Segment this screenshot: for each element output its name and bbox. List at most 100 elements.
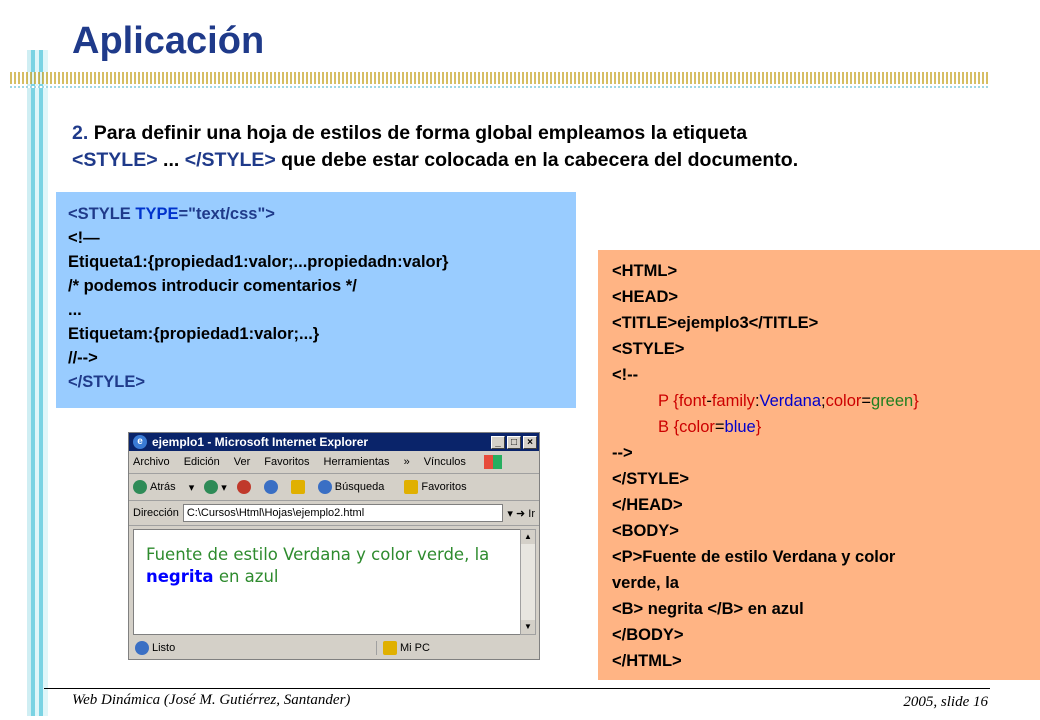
footer-rule (44, 688, 990, 689)
menu-edicion[interactable]: Edición (184, 456, 220, 468)
refresh-icon (263, 480, 278, 494)
go-label: Ir (528, 507, 535, 520)
browser-title: ejemplo1 - Microsoft Internet Explorer (152, 435, 369, 449)
browser-menubar: Archivo Edición Ver Favoritos Herramient… (129, 451, 539, 474)
ie-logo-icon: e (133, 435, 147, 449)
address-label: Dirección (133, 507, 179, 519)
intro-dots: ... (157, 149, 185, 171)
title-rule-decoration-2 (10, 86, 990, 88)
code-line: </HTML> (612, 652, 682, 670)
code-token: family (711, 392, 755, 410)
code-line: <P>Fuente de estilo Verdana y color (612, 548, 896, 566)
browser-window-screenshot: e ejemplo1 - Microsoft Internet Explorer… (128, 432, 540, 660)
code-token: = (861, 392, 872, 410)
forward-button[interactable]: ▾ (204, 480, 227, 494)
code-token: ejemplo3 (677, 314, 749, 332)
windows-logo-icon (483, 455, 502, 469)
browser-content-area: Fuente de estilo Verdana y color verde, … (133, 529, 521, 635)
code-token: <STYLE (68, 205, 136, 223)
stop-icon (236, 480, 251, 494)
title-rule-decoration (10, 72, 990, 84)
code-token: negrita (643, 600, 708, 618)
minimize-icon[interactable]: _ (491, 435, 505, 449)
intro-number: 2. (72, 122, 89, 144)
code-line: P {font-family:Verdana;color=green} (612, 388, 1026, 414)
status-zone: Mi PC (400, 642, 430, 654)
browser-titlebar: e ejemplo1 - Microsoft Internet Explorer… (129, 433, 539, 451)
code-line: verde, la (612, 574, 679, 592)
close-icon[interactable]: × (523, 435, 537, 449)
address-bar: Dirección C:\Cursos\Html\Hojas\ejemplo2.… (129, 501, 539, 526)
search-label: Búsqueda (334, 481, 385, 493)
example-html-code-box: <HTML> <HEAD> <TITLE>ejemplo3</TITLE> <S… (598, 250, 1040, 680)
code-line: <!— (68, 229, 100, 247)
content-bold-text: negrita (146, 567, 214, 586)
home-button[interactable] (290, 480, 308, 494)
code-line: /* podemos introducir comentarios */ (68, 277, 357, 295)
status-text: Listo (152, 642, 176, 654)
code-token: <B> (612, 600, 644, 618)
code-token: = (714, 418, 725, 436)
code-token: "> (257, 205, 275, 223)
code-line: Etiquetam:{propiedad1:valor;...} (68, 325, 320, 343)
favorites-button[interactable]: Favoritos (404, 480, 476, 494)
maximize-icon[interactable]: □ (507, 435, 521, 449)
code-line: ... (68, 301, 82, 319)
search-button[interactable]: Búsqueda (317, 480, 395, 494)
code-token: green (871, 392, 914, 410)
footer-slide-number: 2005, slide 16 (903, 694, 988, 710)
scroll-down-icon[interactable]: ▼ (521, 620, 535, 634)
address-value: C:\Cursos\Html\Hojas\ejemplo2.html (186, 507, 365, 519)
intro-text-1: Para definir una hoja de estilos de form… (93, 122, 748, 144)
code-line: <TITLE>ejemplo3</TITLE> (612, 310, 1026, 336)
favorites-label: Favoritos (421, 481, 467, 493)
code-token: B { (658, 418, 680, 436)
address-input[interactable]: C:\Cursos\Html\Hojas\ejemplo2.html (182, 504, 504, 522)
code-line: //--> (68, 349, 98, 367)
code-line: <STYLE> (612, 340, 685, 358)
scroll-up-icon[interactable]: ▲ (521, 530, 535, 544)
code-token: </TITLE> (748, 314, 819, 332)
menu-archivo[interactable]: Archivo (133, 456, 170, 468)
code-line: </STYLE> (612, 470, 690, 488)
menu-herramientas[interactable]: Herramientas (324, 456, 390, 468)
go-button[interactable]: ➜ Ir (516, 507, 535, 520)
code-token: } (913, 392, 919, 410)
intro-text-2: que debe estar colocada en la cabecera d… (275, 149, 799, 171)
code-token: text/css (195, 205, 258, 223)
content-text: en azul (213, 567, 279, 586)
menu-vinculos[interactable]: Vínculos (424, 456, 466, 468)
global-style-code-box: <STYLE TYPE="text/css"> <!— Etiqueta1:{p… (56, 192, 576, 408)
code-token: en azul (743, 600, 804, 618)
back-arrow-icon (133, 480, 147, 494)
address-dropdown-icon[interactable]: ▾ (507, 507, 516, 520)
code-line: <!-- (612, 366, 639, 384)
code-line: <STYLE TYPE="text/css"> (68, 202, 564, 226)
footer-author: Web Dinámica (José M. Gutiérrez, Santand… (72, 692, 351, 708)
code-token: Verdana (759, 392, 822, 410)
computer-icon (383, 641, 397, 655)
back-button[interactable]: Atrás ▾ (133, 480, 194, 494)
content-text: Fuente de estilo Verdana y color verde, … (146, 545, 490, 564)
code-token: TYPE (135, 205, 179, 223)
menu-overflow[interactable]: » (404, 456, 410, 468)
code-line: </STYLE> (68, 373, 146, 391)
code-line: Etiqueta1:{propiedad1:valor;...propiedad… (68, 253, 449, 271)
refresh-button[interactable] (263, 480, 281, 494)
code-token: <TITLE> (612, 314, 678, 332)
home-icon (290, 480, 305, 494)
code-line: --> (612, 444, 633, 462)
vertical-scrollbar[interactable]: ▲ ▼ (520, 529, 536, 635)
intro-tag-close: </STYLE> (184, 149, 276, 171)
code-token: font (678, 392, 707, 410)
menu-ver[interactable]: Ver (234, 456, 251, 468)
code-token: =" (178, 205, 196, 223)
search-icon (317, 480, 332, 494)
menu-favoritos[interactable]: Favoritos (264, 456, 309, 468)
stop-button[interactable] (236, 480, 254, 494)
code-line: <HTML> (612, 262, 678, 280)
code-token: } (755, 418, 762, 436)
favorites-icon (404, 480, 419, 494)
forward-arrow-icon (204, 480, 219, 494)
code-line: <B> negrita </B> en azul (612, 596, 1026, 622)
